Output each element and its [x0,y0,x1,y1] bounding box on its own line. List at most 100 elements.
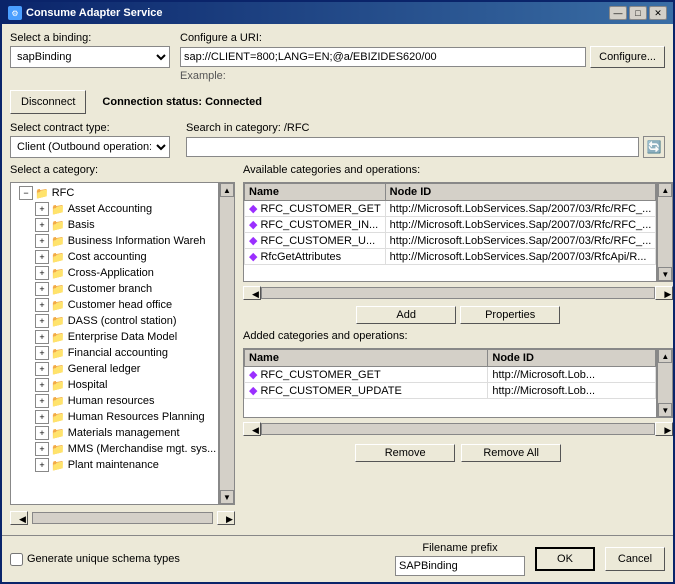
tree-scroll-up[interactable]: ▲ [220,183,234,197]
tree-item-mms[interactable]: + 📁 MMS (Merchandise mgt. sys... [31,441,216,457]
expand-dass[interactable]: + [35,314,49,328]
tree-item-financial[interactable]: + 📁 Financial accounting [31,345,216,361]
status-row: Disconnect Connection status: Connected [10,88,665,116]
label-hospital: Hospital [68,379,108,391]
expand-basis[interactable]: + [35,218,49,232]
generate-unique-checkbox[interactable] [10,553,23,566]
search-category-label: Search in category: /RFC [186,122,665,134]
added-scroll-up[interactable]: ▲ [658,349,672,363]
tree-nav-left[interactable]: ◀ [10,511,28,525]
available-row-4[interactable]: ◆RfcGetAttributes http://Microsoft.LobSe… [245,249,656,265]
available-row-1[interactable]: ◆RFC_CUSTOMER_GET http://Microsoft.LobSe… [245,201,656,217]
added-scroll-down[interactable]: ▼ [658,403,672,417]
tree-item-hospital[interactable]: + 📁 Hospital [31,377,216,393]
label-binfo: Business Information Wareh [68,235,206,247]
expand-binfo[interactable]: + [35,234,49,248]
binding-select[interactable]: sapBinding [10,46,170,68]
expand-customer-branch[interactable]: + [35,282,49,296]
tree-item-basis[interactable]: + 📁 Basis [31,217,216,233]
added-row-1[interactable]: ◆RFC_CUSTOMER_GET http://Microsoft.Lob..… [245,367,656,383]
connection-status: Connection status: Connected [102,96,262,108]
uri-input[interactable] [180,47,586,67]
expand-plant[interactable]: + [35,458,49,472]
tree-item-customer-branch[interactable]: + 📁 Customer branch [31,281,216,297]
label-basis: Basis [68,219,95,231]
available-scroll-left[interactable]: ◀ [243,286,261,300]
added-scroll-left[interactable]: ◀ [243,422,261,436]
tree-item-customer-head[interactable]: + 📁 Customer head office [31,297,216,313]
tree-item-cost[interactable]: + 📁 Cost accounting [31,249,216,265]
disconnect-button[interactable]: Disconnect [10,90,86,114]
remove-button[interactable]: Remove [355,444,455,462]
tree-item-general-ledger[interactable]: + 📁 General ledger [31,361,216,377]
tree-item-dass[interactable]: + 📁 DASS (control station) [31,313,216,329]
expand-mms[interactable]: + [35,442,49,456]
close-button[interactable]: ✕ [649,6,667,20]
tree-item-enterprise[interactable]: + 📁 Enterprise Data Model [31,329,216,345]
available-table-container[interactable]: Name Node ID ◆RFC_CUSTOMER_GET http://Mi… [243,182,657,282]
available-label: Available categories and operations: [243,164,673,176]
tree-nav-right[interactable]: ▶ [217,511,235,525]
available-scroll-down[interactable]: ▼ [658,267,672,281]
expand-customer-head[interactable]: + [35,298,49,312]
tree-item-binfo[interactable]: + 📁 Business Information Wareh [31,233,216,249]
category-tree[interactable]: − 📁 RFC + 📁 Asset Accounting [10,182,219,505]
expand-enterprise[interactable]: + [35,330,49,344]
expand-hrp[interactable]: + [35,410,49,424]
label-financial: Financial accounting [68,347,168,359]
tree-item-cross[interactable]: + 📁 Cross-Application [31,265,216,281]
added-vscrollbar[interactable]: ▲ ▼ [657,348,673,418]
minimize-button[interactable]: — [609,6,627,20]
example-label: Example: [180,70,665,82]
contract-select[interactable]: Client (Outbound operation: [10,136,170,158]
filename-input[interactable] [395,556,525,576]
tree-item-materials[interactable]: + 📁 Materials management [31,425,216,441]
expand-financial[interactable]: + [35,346,49,360]
expand-general-ledger[interactable]: + [35,362,49,376]
added-row-2[interactable]: ◆RFC_CUSTOMER_UPDATE http://Microsoft.Lo… [245,383,656,399]
title-bar-left: ⚙ Consume Adapter Service [8,6,163,20]
available-scroll-right[interactable]: ▶ [655,286,673,300]
maximize-button[interactable]: □ [629,6,647,20]
tree-area: − 📁 RFC + 📁 Asset Accounting [10,182,235,505]
expand-cost[interactable]: + [35,250,49,264]
add-button[interactable]: Add [356,306,456,324]
tree-scroll-down[interactable]: ▼ [220,490,234,504]
folder-binfo: 📁 [51,235,65,248]
available-row-1-name: ◆RFC_CUSTOMER_GET [245,201,386,217]
expand-asset[interactable]: + [35,202,49,216]
generate-unique-label[interactable]: Generate unique schema types [10,553,180,566]
configure-button[interactable]: Configure... [590,46,665,68]
tree-item-asset-accounting[interactable]: + 📁 Asset Accounting [31,201,216,217]
rfc-expand-icon[interactable]: − [19,186,33,200]
tree-item-human-resources[interactable]: + 📁 Human resources [31,393,216,409]
window-icon: ⚙ [8,6,22,20]
properties-button[interactable]: Properties [460,306,560,324]
available-row-2[interactable]: ◆RFC_CUSTOMER_IN... http://Microsoft.Lob… [245,217,656,233]
tree-vscrollbar[interactable]: ▲ ▼ [219,182,235,505]
expand-cross[interactable]: + [35,266,49,280]
search-input[interactable] [186,137,639,157]
added-table-container[interactable]: Name Node ID ◆RFC_CUSTOMER_GET http://Mi… [243,348,657,418]
available-row-3-nodeid: http://Microsoft.LobServices.Sap/2007/03… [385,233,656,249]
folder-hr: 📁 [51,395,65,408]
remove-all-button[interactable]: Remove All [461,444,561,462]
ok-button[interactable]: OK [535,547,595,571]
tree-item-hrp[interactable]: + 📁 Human Resources Planning [31,409,216,425]
available-row-1-nodeid: http://Microsoft.LobServices.Sap/2007/03… [385,201,656,217]
expand-materials[interactable]: + [35,426,49,440]
expand-hr[interactable]: + [35,394,49,408]
cancel-button[interactable]: Cancel [605,547,665,571]
available-scroll-up[interactable]: ▲ [658,183,672,197]
folder-hospital: 📁 [51,379,65,392]
expand-hospital[interactable]: + [35,378,49,392]
tree-node-rfc[interactable]: − 📁 RFC [15,185,216,201]
main-window: ⚙ Consume Adapter Service — □ ✕ Select a… [0,0,675,584]
available-vscrollbar[interactable]: ▲ ▼ [657,182,673,282]
added-table: Name Node ID ◆RFC_CUSTOMER_GET http://Mi… [244,349,656,399]
search-button[interactable]: 🔄 [643,136,665,158]
tree-item-plant[interactable]: + 📁 Plant maintenance [31,457,216,473]
added-scroll-right[interactable]: ▶ [655,422,673,436]
filename-label: Filename prefix [422,542,497,554]
available-row-3[interactable]: ◆RFC_CUSTOMER_U... http://Microsoft.LobS… [245,233,656,249]
